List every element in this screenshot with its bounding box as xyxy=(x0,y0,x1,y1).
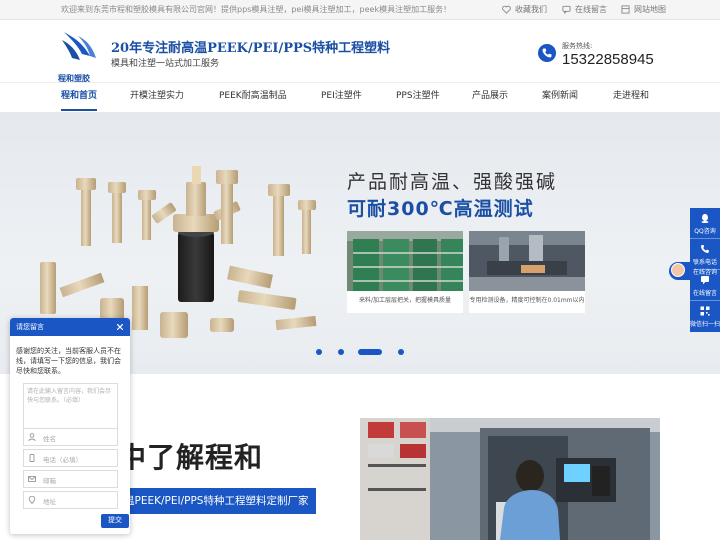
welcome-text: 欢迎来到东莞市程和塑胶模具有限公司官网！提供pps模具注塑，pei模具注塑加工，… xyxy=(61,5,452,14)
chat-header-title: 请您留言 xyxy=(16,323,44,331)
close-icon[interactable] xyxy=(117,324,123,330)
company-logo[interactable] xyxy=(60,28,98,74)
phone-field-placeholder: 电话（必填） xyxy=(43,456,82,464)
message-link[interactable]: 在线留言 xyxy=(562,4,607,15)
nav-home[interactable]: 程和首页 xyxy=(61,83,98,111)
nav-peek[interactable]: PEEK耐高温制品 xyxy=(219,83,287,111)
nav-products[interactable]: 产品展示 xyxy=(472,83,508,111)
header-sub-slogan: 模具和注塑一站式加工服务 xyxy=(111,59,220,69)
nav-about[interactable]: 走进程和 xyxy=(613,83,649,111)
nav-news[interactable]: 案例新闻 xyxy=(542,83,578,111)
banner-photo-card-testing: 专用检测设备，精度可控制在0.01mm以内 xyxy=(469,231,585,313)
float-phone-label: 联系电话 xyxy=(692,259,717,266)
float-qq-label: QQ咨询 xyxy=(694,228,716,235)
banner-photo-card-warehouse: 来料/加工层层把关，把握模具质量 xyxy=(347,231,463,313)
site-header: 程和塑胶 20年专注耐高温PEEK/PEI/PPS特种工程塑料 模具和注塑一站式… xyxy=(0,20,720,83)
chat-submit-button[interactable]: 提交 xyxy=(101,514,129,528)
chat-message: 感谢您的关注，当前客服人员不在线，请填写一下您的信息，我们会尽快和您联系。 xyxy=(16,347,121,375)
slide-dot-2[interactable] xyxy=(338,349,344,355)
user-icon xyxy=(28,433,36,441)
bookmark-label: 收藏我们 xyxy=(515,5,547,14)
phone-number: 15322858945 xyxy=(562,51,654,68)
email-field-placeholder: 邮箱 xyxy=(43,477,56,485)
float-qq[interactable]: QQ咨询 xyxy=(690,208,720,239)
slide-dot-4[interactable] xyxy=(398,349,404,355)
name-field-placeholder: 姓名 xyxy=(43,435,56,443)
testing-caption: 专用检测设备，精度可控制在0.01mm以内 xyxy=(469,297,585,304)
heart-icon xyxy=(502,5,511,14)
slide-dot-3[interactable] xyxy=(358,349,382,355)
agent-avatar xyxy=(671,263,685,277)
float-phone[interactable]: 联系电话 xyxy=(690,239,720,270)
chat-widget: 请您留言 感谢您的关注，当前客服人员不在线，请填写一下您的信息，我们会尽快和您联… xyxy=(10,318,130,534)
testing-machine-photo xyxy=(469,231,585,291)
sitemap-label: 网站地图 xyxy=(634,5,666,14)
chat-textarea-placeholder: 请在此输入留言内容，我们会尽快与您联系。（必填） xyxy=(27,388,112,404)
chat-header[interactable]: 请您留言 xyxy=(10,318,130,336)
nav-capability[interactable]: 开模注塑实力 xyxy=(130,83,184,111)
chat-icon xyxy=(562,5,571,14)
float-wechat-label: 微信扫一扫 xyxy=(690,321,720,328)
banner-title-line2: 可耐300℃高温测试 xyxy=(347,198,534,220)
header-slogan: 20年专注耐高温PEEK/PEI/PPS特种工程塑料 xyxy=(111,41,391,56)
qq-icon xyxy=(701,213,709,223)
address-field-placeholder: 地址 xyxy=(43,498,56,506)
online-consult-label[interactable]: 在线咨询 xyxy=(690,267,720,276)
main-nav: 程和首页 开模注塑实力 PEEK耐高温制品 PEI注塑件 PPS注塑件 产品展示… xyxy=(0,82,720,112)
banner-title-line1: 产品耐高温、强酸强碱 xyxy=(347,171,558,193)
phone-label: 服务热线: xyxy=(562,42,593,50)
mobile-icon xyxy=(29,454,35,462)
nav-pei[interactable]: PEI注塑件 xyxy=(321,83,362,111)
message-label: 在线留言 xyxy=(575,5,607,14)
nav-pps[interactable]: PPS注塑件 xyxy=(396,83,440,111)
phone-icon xyxy=(538,44,556,62)
email-field[interactable]: 邮箱 xyxy=(23,470,118,488)
chat-message-textarea[interactable]: 请在此输入留言内容，我们会尽快与您联系。（必填） xyxy=(23,383,118,429)
location-icon xyxy=(28,496,36,504)
email-icon xyxy=(28,476,36,482)
address-field[interactable]: 地址 xyxy=(23,491,118,509)
warehouse-photo xyxy=(347,231,463,291)
warehouse-caption: 来料/加工层层把关，把握模具质量 xyxy=(358,297,452,304)
float-wechat[interactable]: 微信扫一扫 xyxy=(690,301,720,332)
top-bar: 欢迎来到东莞市程和塑胶模具有限公司官网！提供pps模具注塑，pei模具注塑加工，… xyxy=(0,0,720,20)
name-field[interactable]: 姓名 xyxy=(23,428,118,446)
phone-icon xyxy=(701,245,709,253)
message-icon xyxy=(701,276,709,285)
sitemap-icon xyxy=(621,5,630,14)
qr-code-icon xyxy=(700,306,710,316)
sitemap-link[interactable]: 网站地图 xyxy=(621,4,666,15)
slide-dot-1[interactable] xyxy=(316,349,322,355)
phone-field[interactable]: 电话（必填） xyxy=(23,449,118,467)
about-subtitle[interactable]: 温PEEK/PEI/PPS特种工程塑料定制厂家 xyxy=(118,488,317,514)
about-title: 中了解程和 xyxy=(118,441,264,474)
float-message-label: 在线留言 xyxy=(692,290,717,297)
bookmark-link[interactable]: 收藏我们 xyxy=(502,4,547,15)
factory-photo xyxy=(360,418,660,540)
